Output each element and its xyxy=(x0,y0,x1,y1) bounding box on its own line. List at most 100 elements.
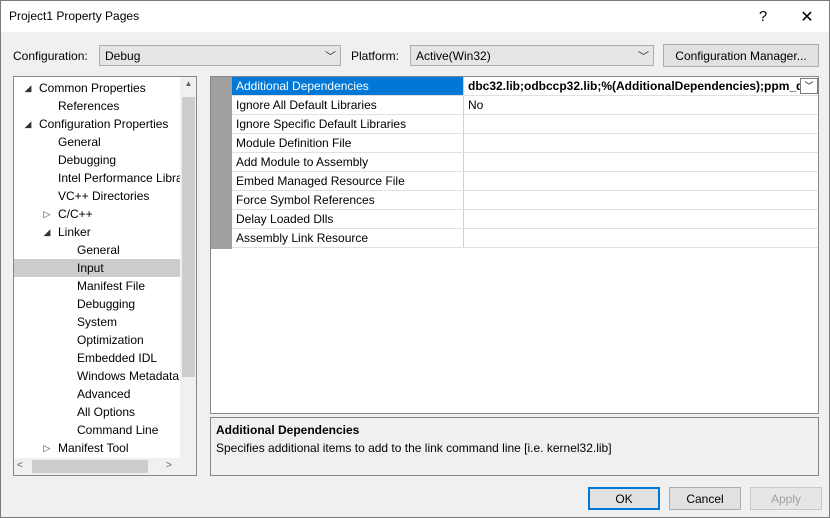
property-grid: Additional Dependencies dbc32.lib;odbccp3… xyxy=(210,76,819,414)
tree-item[interactable]: General xyxy=(14,133,180,151)
property-row[interactable]: Additional Dependencies dbc32.lib;odbccp3… xyxy=(232,77,818,96)
platform-value: Active(Win32) xyxy=(416,49,491,63)
property-value[interactable] xyxy=(465,134,818,152)
grid-gutter xyxy=(211,77,232,249)
property-name[interactable]: Additional Dependencies xyxy=(232,77,464,95)
apply-button[interactable]: Apply xyxy=(750,487,822,510)
tree-horizontal-scrollbar[interactable]: < > xyxy=(14,458,180,475)
tree-item-label: Common Properties xyxy=(39,81,146,95)
tree-item-label: C/C++ xyxy=(58,207,93,221)
tree-item[interactable]: ◢ Common Properties xyxy=(14,79,180,97)
configuration-value: Debug xyxy=(105,49,141,63)
scrollbar-thumb[interactable] xyxy=(32,460,148,473)
collapse-arrow-icon[interactable]: ◢ xyxy=(41,223,53,241)
property-name[interactable]: Ignore All Default Libraries xyxy=(232,96,464,114)
tree-item[interactable]: ◢ Linker xyxy=(14,223,180,241)
collapse-arrow-icon[interactable]: ◢ xyxy=(22,79,34,97)
property-row[interactable]: Add Module to Assembly xyxy=(232,153,818,172)
configuration-label: Configuration: xyxy=(13,49,88,63)
tree-item[interactable]: Embedded IDL xyxy=(14,349,180,367)
tree-item-label: VC++ Directories xyxy=(58,189,150,203)
property-name[interactable]: Ignore Specific Default Libraries xyxy=(232,115,464,133)
configuration-dropdown[interactable]: Debug ﹀ xyxy=(99,45,341,66)
tree-item[interactable]: VC++ Directories xyxy=(14,187,180,205)
tree-item-label: Input xyxy=(77,261,104,275)
title-bar: Project1 Property Pages ? ✕ xyxy=(1,1,829,32)
tree-item-label: All Options xyxy=(77,405,136,419)
property-row[interactable]: Force Symbol References xyxy=(232,191,818,210)
tree-item[interactable]: Advanced xyxy=(14,385,180,403)
property-value[interactable] xyxy=(465,210,818,228)
property-value[interactable]: dbc32.lib;odbccp32.lib;%(AdditionalDepen… xyxy=(465,77,818,95)
chevron-down-icon[interactable]: ﹀ xyxy=(800,78,818,94)
property-tree: ◢ Common Properties References ◢ Configurati… xyxy=(13,76,197,476)
help-button[interactable]: ? xyxy=(741,1,785,32)
tree-item[interactable]: ▷ Manifest Tool xyxy=(14,439,180,457)
property-row[interactable]: Module Definition File xyxy=(232,134,818,153)
property-name[interactable]: Module Definition File xyxy=(232,134,464,152)
property-value[interactable] xyxy=(465,229,818,247)
property-row[interactable]: Ignore All Default Libraries No xyxy=(232,96,818,115)
tree-item[interactable]: ◢ Configuration Properties xyxy=(14,115,180,133)
description-panel: Additional Dependencies Specifies additi… xyxy=(210,417,819,476)
platform-dropdown[interactable]: Active(Win32) ﹀ xyxy=(410,45,654,66)
tree-item-label: General xyxy=(58,135,101,149)
property-value[interactable] xyxy=(465,115,818,133)
tree-item[interactable]: System xyxy=(14,313,180,331)
property-value[interactable] xyxy=(465,172,818,190)
tree-item[interactable]: Debugging xyxy=(14,295,180,313)
tree-item-label: Debugging xyxy=(77,297,136,311)
ok-button[interactable]: OK xyxy=(588,487,660,510)
tree-item[interactable]: Intel Performance Libraries xyxy=(14,169,196,187)
scrollbar-corner xyxy=(180,458,196,475)
scroll-left-icon[interactable]: < xyxy=(17,460,23,471)
property-name[interactable]: Embed Managed Resource File xyxy=(232,172,464,190)
tree-item[interactable]: Debugging xyxy=(14,151,180,169)
tree-vertical-scrollbar[interactable]: ▲ xyxy=(180,77,196,458)
property-row[interactable]: Ignore Specific Default Libraries xyxy=(232,115,818,134)
close-button[interactable]: ✕ xyxy=(785,1,829,32)
property-value[interactable] xyxy=(465,153,818,171)
configuration-manager-button[interactable]: Configuration Manager... xyxy=(663,44,819,67)
scrollbar-thumb[interactable] xyxy=(182,97,195,377)
tree-item[interactable]: Windows Metadata xyxy=(14,367,180,385)
expand-arrow-icon[interactable]: ▷ xyxy=(41,439,53,457)
expand-arrow-icon[interactable]: ▷ xyxy=(41,205,53,223)
property-row[interactable]: Delay Loaded Dlls xyxy=(232,210,818,229)
tree-item-label: Debugging xyxy=(58,153,117,167)
tree-item-label: Linker xyxy=(58,225,91,239)
tree-item[interactable]: ▷ C/C++ xyxy=(14,205,180,223)
property-name[interactable]: Assembly Link Resource xyxy=(232,229,464,247)
tree-item-label: Advanced xyxy=(77,387,131,401)
property-name[interactable]: Add Module to Assembly xyxy=(232,153,464,171)
cancel-button[interactable]: Cancel xyxy=(669,487,741,510)
tree-item[interactable]: References xyxy=(14,97,180,115)
tree-item[interactable]: Optimization xyxy=(14,331,180,349)
tree-item-label: Command Line xyxy=(77,423,159,437)
property-row[interactable]: Embed Managed Resource File xyxy=(232,172,818,191)
tree-item-label: References xyxy=(58,99,120,113)
collapse-arrow-icon[interactable]: ◢ xyxy=(22,115,34,133)
tree-item-label: Intel Performance Libraries xyxy=(58,171,197,185)
tree-item[interactable]: Command Line xyxy=(14,421,180,439)
tree-item[interactable]: Input xyxy=(14,259,180,277)
tree-item[interactable]: All Options xyxy=(14,403,180,421)
tree-item-label: Embedded IDL xyxy=(77,351,158,365)
property-row[interactable]: Assembly Link Resource xyxy=(232,229,818,248)
tree-item-label: System xyxy=(77,315,118,329)
scroll-up-icon[interactable]: ▲ xyxy=(180,79,196,88)
property-name[interactable]: Delay Loaded Dlls xyxy=(232,210,464,228)
tree-item-label: Windows Metadata xyxy=(77,369,180,383)
property-value[interactable] xyxy=(465,191,818,209)
description-text: Specifies additional items to add to the… xyxy=(216,441,612,455)
scroll-right-icon[interactable]: > xyxy=(166,460,172,471)
tree-item[interactable]: General xyxy=(14,241,180,259)
property-value[interactable]: No xyxy=(465,96,818,114)
tree-item-label: Optimization xyxy=(77,333,144,347)
window-title: Project1 Property Pages xyxy=(9,9,140,23)
tree-item-label: Configuration Properties xyxy=(39,117,169,131)
property-pages-window: Project1 Property Pages ? ✕ Configuratio… xyxy=(0,0,830,518)
chevron-down-icon: ﹀ xyxy=(638,51,649,63)
tree-item[interactable]: Manifest File xyxy=(14,277,180,295)
property-name[interactable]: Force Symbol References xyxy=(232,191,464,209)
